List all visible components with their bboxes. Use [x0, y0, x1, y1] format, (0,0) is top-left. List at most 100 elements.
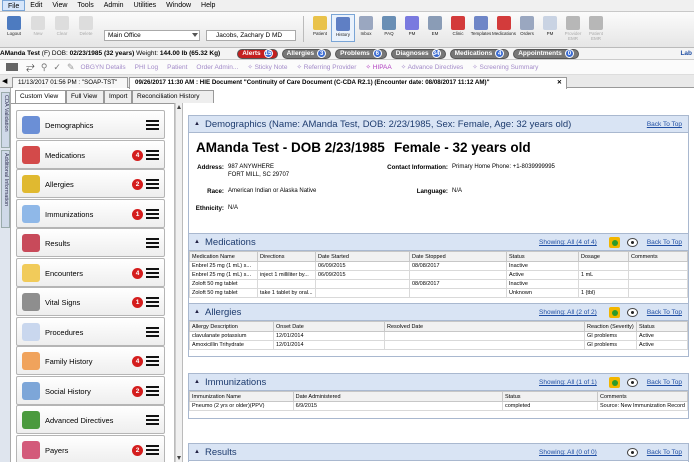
pill-problems[interactable]: Problems 6 [335, 48, 387, 59]
patient-card-icon[interactable] [6, 63, 18, 71]
pin-icon[interactable]: ⚲ [41, 62, 48, 73]
menu-view[interactable]: View [47, 0, 72, 11]
column-header[interactable]: Status [636, 321, 688, 332]
menu-icon[interactable] [146, 444, 159, 456]
pill-allergies[interactable]: Allergies 3 [281, 48, 332, 59]
menu-icon[interactable] [146, 208, 159, 220]
column-header[interactable]: Date Started [315, 251, 410, 262]
toolbar-button-provider-emr[interactable]: Provider EMR [561, 14, 585, 42]
table-row[interactable]: Amoxicillin Trihydrate 12/01/2014 GI probl… [189, 340, 688, 350]
add-icon[interactable] [609, 377, 620, 388]
back-to-top-link[interactable]: Back To Top [647, 121, 682, 128]
column-header[interactable]: Directions [257, 251, 316, 262]
pill-medications[interactable]: Medications 4 [449, 48, 510, 59]
medications-header[interactable]: ▲ Medications Showing: All (4 of 4) Back… [189, 234, 688, 251]
toolbar-button-clinic[interactable]: Clinic [446, 14, 470, 42]
scroll-up-icon[interactable] [177, 105, 181, 109]
toolbar-button-em[interactable]: EM [423, 14, 447, 42]
add-icon[interactable] [609, 307, 620, 318]
results-showing-link[interactable]: Showing: All (0 of 0) [539, 449, 597, 456]
menu-utilities[interactable]: Utilities [129, 0, 162, 11]
allergies-header[interactable]: ▲ Allergies Showing: All (2 of 2) Back T… [189, 304, 688, 321]
column-header[interactable]: Comments [628, 251, 688, 262]
menu-edit[interactable]: Edit [25, 0, 47, 11]
section-results[interactable]: Results [16, 228, 165, 257]
toolbar-button-medications[interactable]: Medications [492, 14, 516, 42]
column-header[interactable]: Dosage [578, 251, 629, 262]
table-row[interactable]: clavulanate potassium 12/01/2014 GI proble… [189, 331, 688, 341]
link-obgyn[interactable]: OBGYN Details [81, 64, 126, 71]
menu-help[interactable]: Help [196, 0, 220, 11]
column-header[interactable]: Resolved Date [384, 321, 585, 332]
collapse-icon[interactable]: ▲ [194, 379, 200, 385]
provider-select[interactable]: Jacobs, Zachary D MD [206, 30, 296, 41]
column-header[interactable]: Reaction (Severity) [584, 321, 637, 332]
section-medications[interactable]: Medications 4 [16, 139, 165, 169]
section-advanced-directives[interactable]: Advanced Directives [16, 405, 165, 434]
menu-icon[interactable] [146, 120, 159, 131]
collapse-icon[interactable]: ▲ [194, 449, 200, 455]
medications-showing-link[interactable]: Showing: All (4 of 4) [539, 239, 597, 246]
tab-reconciliation-history[interactable]: Reconciliation History [132, 90, 214, 103]
menu-tools[interactable]: Tools [72, 0, 98, 11]
delete-button[interactable]: Delete [74, 14, 98, 42]
menu-window[interactable]: Window [161, 0, 196, 11]
menu-icon[interactable] [146, 238, 159, 249]
menu-icon[interactable] [146, 385, 159, 397]
vtab-additional-information[interactable]: Additional Information [1, 150, 10, 228]
view-icon[interactable] [627, 448, 638, 457]
toolbar-button-patient-emr[interactable]: Patient EMR [584, 14, 608, 42]
link-referring-provider[interactable]: ✧ Referring Provider [296, 63, 356, 71]
left-scrollbar[interactable] [175, 103, 182, 462]
close-tab-icon[interactable]: ✕ [557, 79, 562, 86]
table-row[interactable]: Enbrel 25 mg (1 mL) s... inject 1 millili… [189, 270, 688, 280]
table-row[interactable]: Zoloft 50 mg tablet 08/08/2017 Inactive [189, 279, 688, 289]
logout-button[interactable]: Logout [2, 14, 26, 42]
section-procedures[interactable]: Procedures [16, 316, 165, 346]
menu-icon[interactable] [146, 356, 159, 367]
link-screening-summary[interactable]: ✧ Screening Summary [472, 63, 538, 71]
office-select[interactable]: Main Office [104, 30, 200, 41]
section-vital-signs[interactable]: Vital Signs 1 [16, 287, 165, 316]
link-patient[interactable]: Patient [167, 64, 187, 71]
table-row[interactable]: Pneumo (2 yrs or older)(PPV) 6/9/2015 comp… [189, 401, 688, 411]
toolbar-button-pm[interactable]: PM [538, 14, 562, 42]
clear-button[interactable]: Clear [50, 14, 74, 42]
menu-icon[interactable] [146, 149, 159, 161]
menu-icon[interactable] [146, 415, 159, 426]
back-to-top-link[interactable]: Back To Top [647, 309, 682, 316]
section-payers[interactable]: Payers 2 [16, 434, 165, 462]
column-header[interactable]: Immunization Name [189, 391, 294, 402]
menu-icon[interactable] [146, 297, 159, 308]
section-social-history[interactable]: Social History 2 [16, 375, 165, 405]
demographics-header[interactable]: ▲ Demographics (Name: AManda Test, DOB: … [189, 116, 688, 133]
column-header[interactable]: Allergy Description [189, 321, 274, 332]
back-to-top-link[interactable]: Back To Top [647, 379, 682, 386]
column-header[interactable]: Status [501, 391, 599, 402]
column-header[interactable]: Date Stopped [409, 251, 507, 262]
section-encounters[interactable]: Encounters 4 [16, 257, 165, 287]
toolbar-button-pm[interactable]: PM [400, 14, 424, 42]
pill-appointments[interactable]: Appointments 0 [513, 48, 579, 59]
allergies-showing-link[interactable]: Showing: All (2 of 2) [539, 309, 597, 316]
check-icon[interactable]: ✓ [53, 62, 61, 73]
toolbar-button-templates[interactable]: Templates [469, 14, 493, 42]
section-allergies[interactable]: Allergies 2 [16, 169, 165, 198]
new-button[interactable]: New [26, 14, 50, 42]
link-advance-directives[interactable]: ✧ Advance Directives [401, 63, 464, 71]
view-icon[interactable] [627, 238, 638, 247]
table-row[interactable]: Enbrel 25 mg (1 mL) s... 06/09/2015 08/08/… [189, 261, 688, 271]
menu-file[interactable]: File [2, 0, 26, 11]
toolbar-button-inbox[interactable]: Inbox [354, 14, 378, 42]
vtab-cda-validation[interactable]: CDA Validation [1, 92, 10, 148]
collapse-icon[interactable]: ▲ [194, 121, 200, 127]
back-to-top-link[interactable]: Back To Top [647, 239, 682, 246]
edit-icon[interactable]: ✎ [67, 62, 75, 73]
lab-link[interactable]: Lab [680, 50, 692, 57]
toolbar-button-history[interactable]: History [331, 14, 355, 42]
tab-soap[interactable]: 11/13/2017 01:56 PM : "SOAP-TST" [12, 77, 128, 88]
menu-icon[interactable] [146, 267, 159, 279]
table-row[interactable]: Zoloft 50 mg tablet take 1 tablet by oral… [189, 288, 688, 298]
back-to-top-link[interactable]: Back To Top [647, 449, 682, 456]
column-header[interactable]: Comments [597, 391, 688, 402]
